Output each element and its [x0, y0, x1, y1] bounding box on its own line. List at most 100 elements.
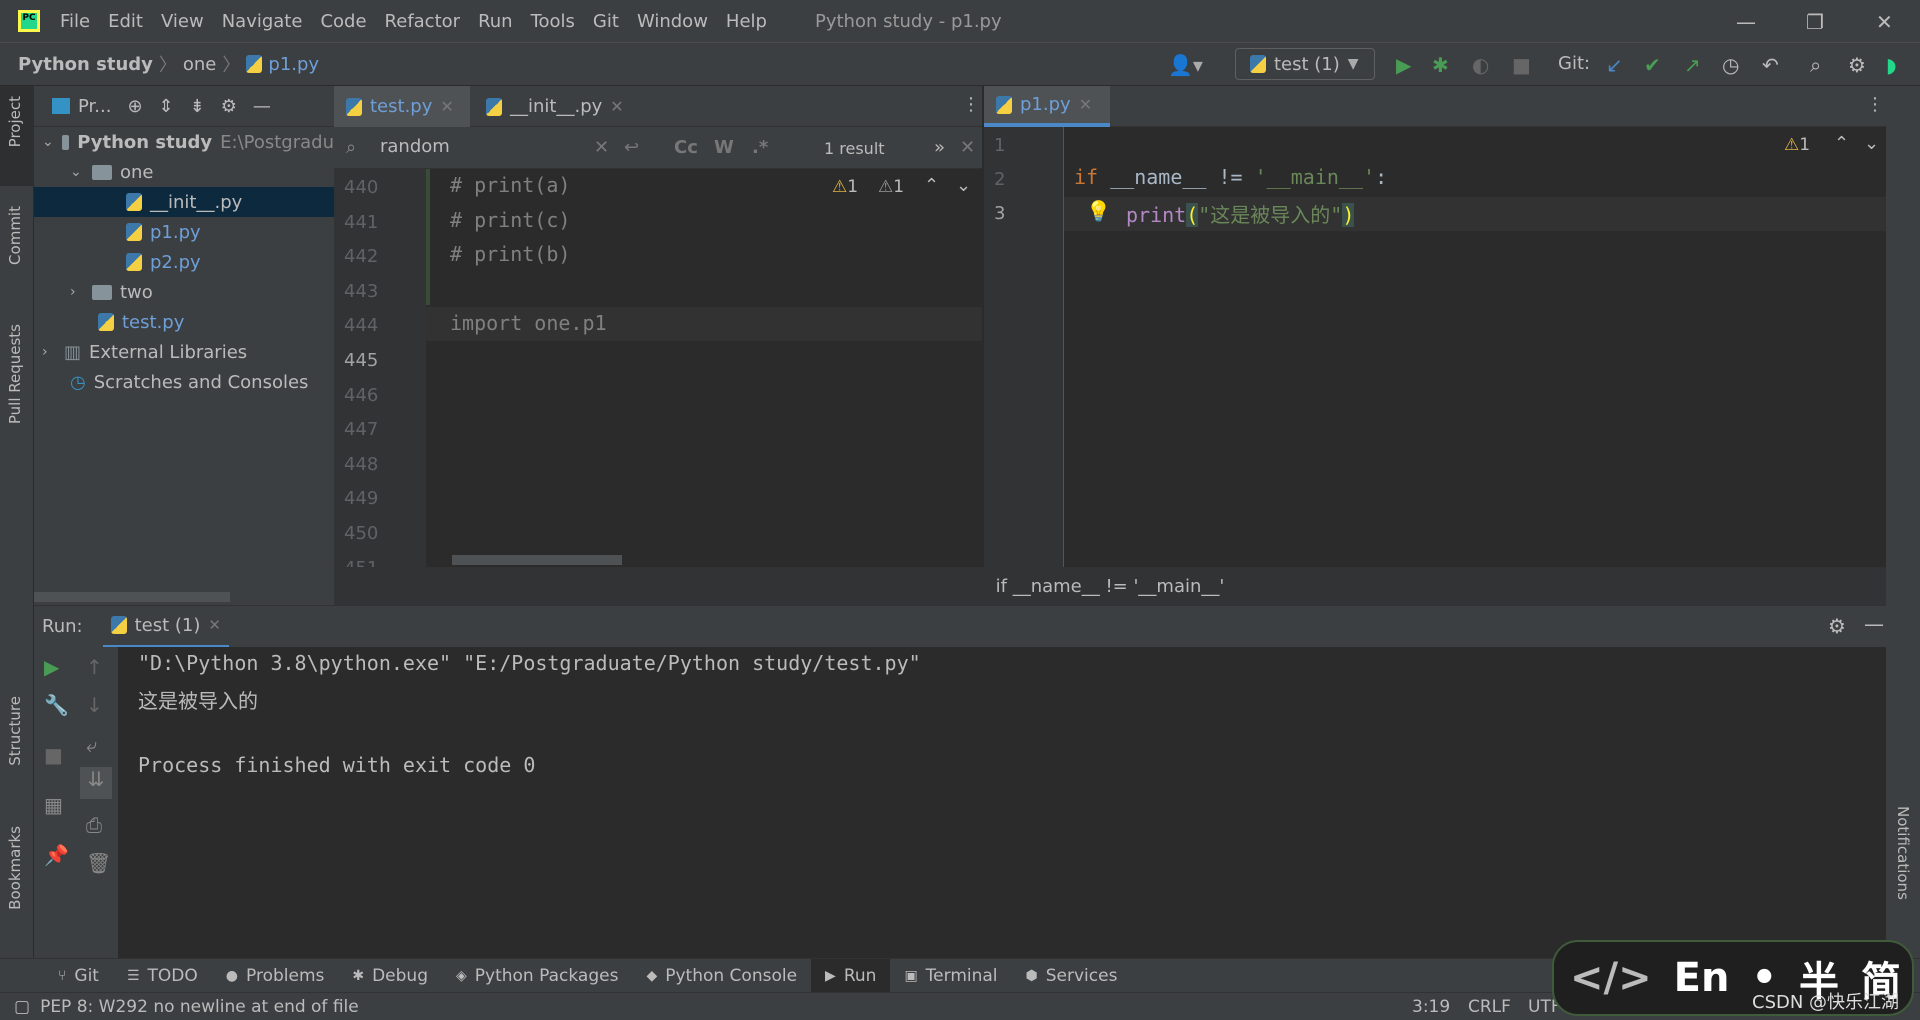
tool-window-debug[interactable]: ✱ Debug — [338, 959, 442, 993]
tree-item-p2[interactable]: p2.py — [34, 247, 334, 277]
tab-test-py[interactable]: test.py ✕ — [334, 86, 470, 127]
search-icon[interactable]: ⌕ — [1810, 53, 1821, 77]
status-icon[interactable]: ▢ — [14, 997, 30, 1017]
tool-project[interactable]: Project — [6, 96, 24, 147]
menu-edit[interactable]: Edit — [108, 11, 143, 32]
tool-window-terminal[interactable]: ▣ Terminal — [890, 959, 1011, 993]
editor-test-py[interactable]: 440 # print(a) 441 # print(c) 442 # print(b) 4… — [334, 169, 982, 579]
horizontal-scrollbar[interactable] — [452, 555, 622, 565]
tool-window-problems[interactable]: ● Problems — [212, 959, 339, 993]
tree-item-p1[interactable]: p1.py — [34, 217, 334, 247]
hide-icon[interactable]: — — [1864, 612, 1884, 636]
lightbulb-icon[interactable]: 💡 — [1086, 199, 1111, 223]
editor-p1-py[interactable]: 1 2 3 if __name__ != '__main__': 💡 print… — [984, 127, 1886, 567]
expand-all-icon[interactable]: ⇕ — [159, 96, 174, 117]
tool-commit[interactable]: Commit — [6, 206, 24, 265]
down-icon[interactable]: ↓ — [86, 693, 103, 717]
tab-p1-py[interactable]: p1.py ✕ — [984, 86, 1110, 127]
trash-icon[interactable]: 🗑 — [86, 851, 111, 875]
pin-icon[interactable]: 📌 — [44, 843, 69, 867]
horizontal-scrollbar[interactable] — [34, 592, 230, 602]
close-icon[interactable]: ✕ — [440, 97, 453, 116]
tool-window-git[interactable]: ⑂ Git — [44, 959, 113, 993]
close-button[interactable]: ✕ — [1876, 10, 1893, 34]
close-icon[interactable]: ✕ — [960, 137, 975, 158]
crumb-project[interactable]: Python study — [18, 54, 153, 75]
tool-window-todo[interactable]: ☰ TODO — [113, 959, 212, 993]
crumb-folder[interactable]: one — [183, 54, 217, 75]
tool-window-run[interactable]: ▶ Run — [811, 958, 891, 993]
hide-icon[interactable]: — — [253, 96, 271, 117]
tree-item-two[interactable]: › two — [34, 277, 334, 307]
tool-window-python-console[interactable]: ◆ Python Console — [632, 959, 811, 993]
code-breadcrumb[interactable]: if __name__ != '__main__' — [334, 567, 1886, 605]
menu-view[interactable]: View — [161, 11, 204, 32]
coverage-icon[interactable]: ◐ — [1472, 53, 1489, 77]
search-input[interactable]: random — [380, 136, 450, 157]
tree-item-project-root[interactable]: ⌄ Python study E:\Postgradu — [34, 127, 334, 157]
tool-structure[interactable]: Structure — [6, 696, 24, 766]
menu-refactor[interactable]: Refactor — [385, 11, 461, 32]
more-icon[interactable]: ⋮ — [1866, 94, 1884, 115]
menu-file[interactable]: File — [60, 11, 90, 32]
crumb-file[interactable]: p1.py — [268, 54, 319, 75]
wrench-icon[interactable]: 🔧 — [44, 693, 69, 717]
stop-icon[interactable]: ■ — [1512, 53, 1531, 77]
scroll-to-end-icon[interactable]: ⇊ — [80, 767, 112, 799]
whole-words-toggle[interactable]: W — [714, 137, 734, 158]
run-console[interactable]: "D:\Python 3.8\python.exe" "E:/Postgradu… — [118, 647, 1886, 958]
run-config-select[interactable]: test (1) ▼ — [1235, 48, 1375, 80]
tool-bookmarks[interactable]: Bookmarks — [6, 826, 24, 910]
menu-window[interactable]: Window — [637, 11, 708, 32]
tree-item-external-libraries[interactable]: › ▥ External Libraries — [34, 337, 334, 367]
menu-navigate[interactable]: Navigate — [222, 11, 303, 32]
locate-icon[interactable]: ⊕ — [127, 96, 142, 117]
git-update-icon[interactable]: ↙ — [1606, 53, 1623, 77]
next-highlight-icon[interactable]: ⌄ — [1864, 133, 1879, 154]
project-view-select[interactable]: Pr... — [78, 96, 111, 117]
run-tab[interactable]: test (1) ✕ — [102, 606, 229, 648]
print-icon[interactable]: ⎙ — [86, 813, 102, 837]
next-highlight-icon[interactable]: ⌄ — [956, 175, 971, 196]
tree-item-scratches[interactable]: ◷ Scratches and Consoles — [34, 367, 334, 397]
warning-count[interactable]: ⚠1 — [1784, 135, 1810, 155]
soft-wrap-icon[interactable]: ⤶ — [86, 733, 97, 757]
settings-icon[interactable]: ⚙ — [1828, 614, 1846, 638]
close-icon[interactable]: ✕ — [208, 616, 221, 634]
tool-window-python-packages[interactable]: ◈ Python Packages — [442, 959, 632, 993]
more-icon[interactable]: ⋮ — [962, 94, 980, 115]
caret-position[interactable]: 3:19 — [1412, 997, 1450, 1017]
menu-code[interactable]: Code — [320, 11, 366, 32]
run-icon[interactable]: ▶ — [1396, 53, 1411, 77]
settings-icon[interactable]: ⚙ — [221, 96, 237, 117]
tree-item-init[interactable]: __init__.py — [34, 187, 334, 217]
line-separator[interactable]: CRLF — [1468, 997, 1511, 1017]
tool-window-services[interactable]: ⬢ Services — [1012, 959, 1132, 993]
tree-item-one[interactable]: ⌄ one — [34, 157, 334, 187]
up-icon[interactable]: ↑ — [86, 655, 103, 679]
previous-highlight-icon[interactable]: ⌃ — [1834, 133, 1849, 154]
tab-init-py[interactable]: __init__.py ✕ — [474, 86, 636, 127]
previous-highlight-icon[interactable]: ⌃ — [924, 175, 939, 196]
git-commit-icon[interactable]: ✔ — [1644, 53, 1661, 77]
rollback-icon[interactable]: ↶ — [1762, 53, 1779, 77]
collapse-all-icon[interactable]: ⇟ — [190, 96, 205, 117]
menu-git[interactable]: Git — [593, 11, 619, 32]
rerun-icon[interactable]: ▶ — [44, 655, 59, 679]
warning-count[interactable]: ⚠1 — [832, 177, 858, 197]
debug-icon[interactable]: ✱ — [1432, 53, 1449, 77]
close-icon[interactable]: ✕ — [610, 97, 623, 116]
history-icon[interactable]: ◷ — [1722, 53, 1739, 77]
account-icon[interactable]: 👤▾ — [1168, 53, 1203, 77]
clear-icon[interactable]: ✕ — [594, 137, 609, 158]
settings-icon[interactable]: ⚙ — [1848, 53, 1866, 77]
layout-icon[interactable]: ▦ — [44, 793, 63, 817]
close-icon[interactable]: ✕ — [1079, 95, 1092, 114]
tool-pull-requests[interactable]: Pull Requests — [6, 324, 24, 424]
minimize-button[interactable]: — — [1736, 10, 1756, 34]
more-options-icon[interactable]: » — [934, 137, 945, 158]
menu-help[interactable]: Help — [726, 11, 767, 32]
tree-item-test[interactable]: test.py — [34, 307, 334, 337]
match-case-toggle[interactable]: Cc — [674, 137, 698, 158]
regex-toggle[interactable]: .* — [752, 137, 768, 158]
